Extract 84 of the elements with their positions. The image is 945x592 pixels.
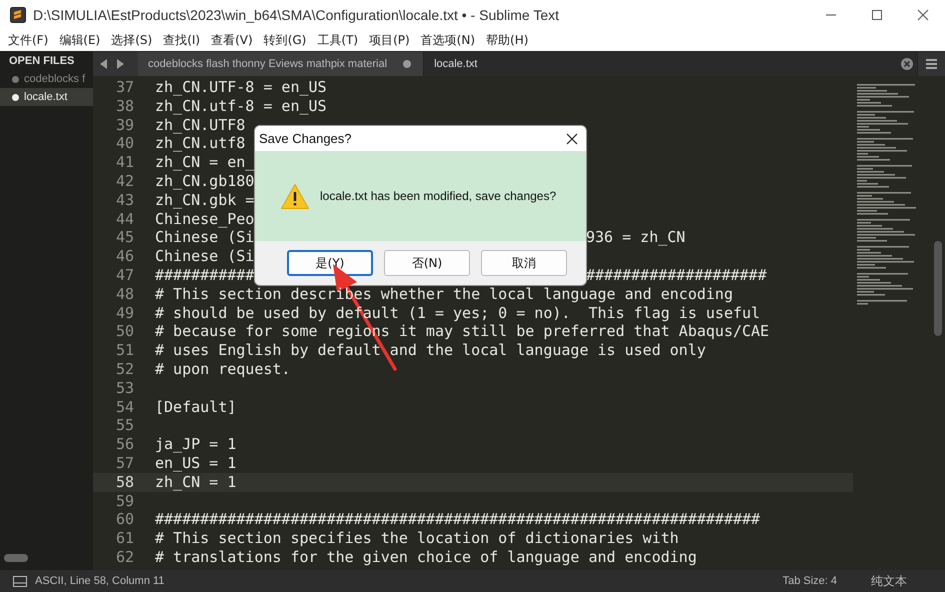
- line-number: 52: [114, 360, 135, 379]
- tab-size[interactable]: Tab Size: 4: [782, 575, 837, 587]
- code-line: # This section specifies the location of dictionaries with: [155, 529, 679, 548]
- line-number: 40: [114, 134, 135, 154]
- line-number: 41: [114, 153, 135, 172]
- file-dot-icon: [12, 94, 19, 100]
- line-number: 46: [114, 247, 135, 266]
- sidebar-item[interactable]: codeblocks f: [0, 70, 93, 88]
- code-line: Chinese (Si: [155, 228, 254, 248]
- status-position: ASCII, Line 58, Column 11: [35, 575, 164, 587]
- dialog-button[interactable]: 取消: [481, 250, 567, 276]
- code-line: ####################: [586, 266, 767, 285]
- syntax-label[interactable]: 纯文本: [871, 572, 907, 590]
- code-line: en_US = 1: [155, 454, 236, 473]
- window-title: D:\SIMULIA\EstProducts\2023\win_b64\SMA\Configuration\locale.txt • - Sublime Text: [33, 7, 560, 23]
- sidebar-item[interactable]: locale.txt: [0, 88, 93, 106]
- line-number: 38: [114, 96, 135, 116]
- code-line: zh_CN = 1: [155, 472, 236, 492]
- line-number: 44: [114, 210, 135, 228]
- maximize-icon[interactable]: [871, 9, 883, 21]
- line-number: 57: [114, 454, 135, 473]
- menu-item[interactable]: 工具(T): [317, 32, 358, 49]
- line-number: 56: [114, 435, 135, 454]
- line-number: 58: [114, 472, 135, 492]
- line-number: 59: [114, 492, 135, 510]
- scrollbar-thumb[interactable]: [934, 241, 942, 336]
- menu-item[interactable]: 查看(V): [211, 32, 253, 49]
- line-number: 53: [114, 378, 135, 398]
- code-line: # uses English by default and the local language is used only: [155, 341, 706, 360]
- code-line: zh_CN.UTF-8 = en_US: [155, 78, 327, 97]
- line-number: 42: [114, 172, 135, 191]
- code-line: zh_CN.utf-8 = en_US: [155, 96, 327, 116]
- warning-icon: [280, 182, 310, 210]
- code-line: 936 = zh_CN: [586, 228, 686, 248]
- menu-item[interactable]: 项目(P): [369, 32, 410, 49]
- tab[interactable]: locale.txt: [424, 52, 918, 76]
- code-line: # translations for the given choice of language and encoding: [155, 548, 697, 567]
- line-number: 61: [114, 529, 135, 548]
- line-number: 51: [114, 341, 135, 360]
- code-line: zh_CN.utf8: [155, 134, 246, 154]
- left-arrow-icon[interactable]: [100, 59, 108, 69]
- dialog-message: locale.txt has been modified, save changes?: [320, 189, 556, 203]
- code-line: Chinese_Peo: [155, 210, 254, 228]
- code-line: [Default]: [155, 398, 236, 416]
- line-number: 48: [114, 284, 135, 304]
- line-number: 39: [114, 116, 135, 134]
- line-number: 45: [114, 228, 135, 248]
- menu-item[interactable]: 编辑(E): [59, 32, 100, 49]
- modified-dot-icon[interactable]: [401, 58, 414, 70]
- code-line: # upon request.: [155, 360, 290, 379]
- line-number: 49: [114, 304, 135, 322]
- line-number: 50: [114, 322, 135, 342]
- dialog-button[interactable]: 是(Y): [287, 250, 373, 276]
- line-number: 55: [114, 416, 135, 436]
- line-number: 54: [114, 398, 135, 416]
- line-number: 62: [114, 548, 135, 567]
- close-icon[interactable]: [566, 132, 578, 144]
- code-line: zh_CN.gbk =: [155, 190, 254, 210]
- line-number: 37: [114, 78, 135, 97]
- code-line: ja_JP = 1: [155, 435, 236, 454]
- file-dot-icon: [12, 76, 19, 82]
- menu-item[interactable]: 帮助(H): [486, 32, 528, 49]
- code-line: zh_CN.UTF8: [155, 116, 246, 134]
- tab[interactable]: codeblocks flash thonny Eviews mathpix material: [138, 52, 424, 76]
- menu-item[interactable]: 文件(F): [8, 32, 48, 49]
- right-arrow-icon[interactable]: [116, 59, 124, 69]
- line-number: 43: [114, 190, 135, 210]
- line-number: 47: [114, 266, 135, 285]
- close-icon[interactable]: [917, 9, 929, 21]
- menu-item[interactable]: 选择(S): [111, 32, 152, 49]
- dialog-title: Save Changes?: [259, 131, 352, 146]
- menu-icon[interactable]: [926, 59, 937, 69]
- app-icon: [10, 7, 26, 23]
- menu-item[interactable]: 查找(I): [163, 32, 200, 49]
- menu-item[interactable]: 首选项(N): [420, 32, 476, 49]
- code-line: Chinese (Si: [155, 247, 254, 266]
- scrollbar-thumb[interactable]: [4, 554, 28, 562]
- sidebar-heading: OPEN FILES: [8, 54, 76, 69]
- code-line: ###################################################################: [155, 510, 760, 530]
- line-number: 60: [114, 510, 135, 530]
- panel-icon[interactable]: [13, 576, 27, 586]
- code-line: zh_CN.gb180: [155, 172, 254, 191]
- menu-item[interactable]: 转到(G): [264, 32, 306, 49]
- dialog-button[interactable]: 否(N): [384, 250, 470, 276]
